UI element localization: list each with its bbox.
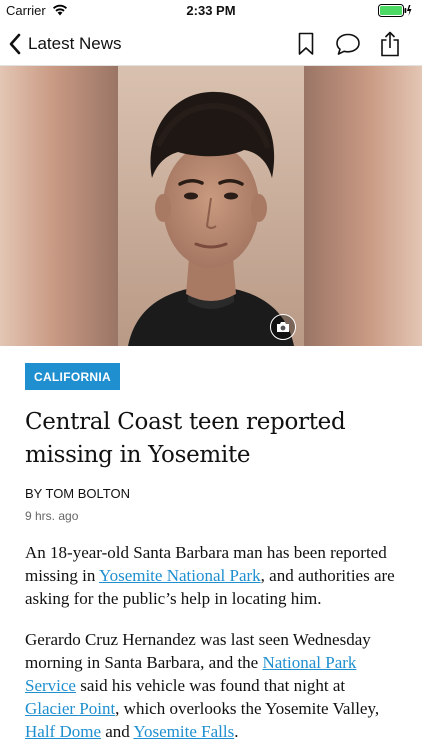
section-badge[interactable]: CALIFORNIA — [25, 363, 120, 390]
chevron-left-icon — [9, 33, 21, 55]
link-half-dome[interactable]: Half Dome — [25, 722, 101, 741]
comments-button[interactable] — [334, 30, 362, 58]
battery-icon — [378, 4, 412, 17]
status-time: 2:33 PM — [186, 3, 236, 18]
photo-gallery-button[interactable] — [270, 314, 296, 340]
paragraph-text: and — [101, 722, 134, 741]
back-button[interactable]: Latest News — [8, 30, 122, 58]
link-yosemite-national-park[interactable]: Yosemite National Park — [99, 566, 261, 585]
portrait-photo — [118, 66, 304, 346]
article: CALIFORNIA Central Coast teen reported m… — [0, 346, 422, 743]
paragraph-text: . — [234, 722, 239, 741]
status-bar: Carrier 2:33 PM — [0, 0, 422, 22]
hero-blur-right — [304, 66, 422, 346]
link-glacier-point[interactable]: Glacier Point — [25, 699, 115, 718]
nav-bar: Latest News — [0, 22, 422, 66]
paragraph-2: Gerardo Cruz Hernandez was last seen Wed… — [25, 628, 397, 743]
back-label: Latest News — [28, 34, 122, 53]
paragraph-text: said his vehicle was found that night at — [75, 676, 346, 695]
hero-blur-left — [0, 66, 118, 346]
paragraph-text: , which overlooks the Yosemite Valley, — [115, 699, 380, 718]
hero-image[interactable] — [0, 66, 422, 346]
byline: BY TOM BOLTON — [25, 486, 130, 501]
headline: Central Coast teen reported missing in Y… — [25, 409, 346, 468]
timestamp: 9 hrs. ago — [25, 509, 79, 523]
bookmark-icon — [298, 32, 314, 55]
comment-icon — [336, 33, 360, 55]
bookmark-button[interactable] — [292, 30, 320, 58]
link-yosemite-falls[interactable]: Yosemite Falls — [133, 722, 234, 741]
camera-icon — [277, 322, 289, 332]
paragraph-1: An 18-year-old Santa Barbara man has bee… — [25, 541, 397, 610]
share-icon — [381, 31, 399, 57]
share-button[interactable] — [376, 30, 404, 58]
